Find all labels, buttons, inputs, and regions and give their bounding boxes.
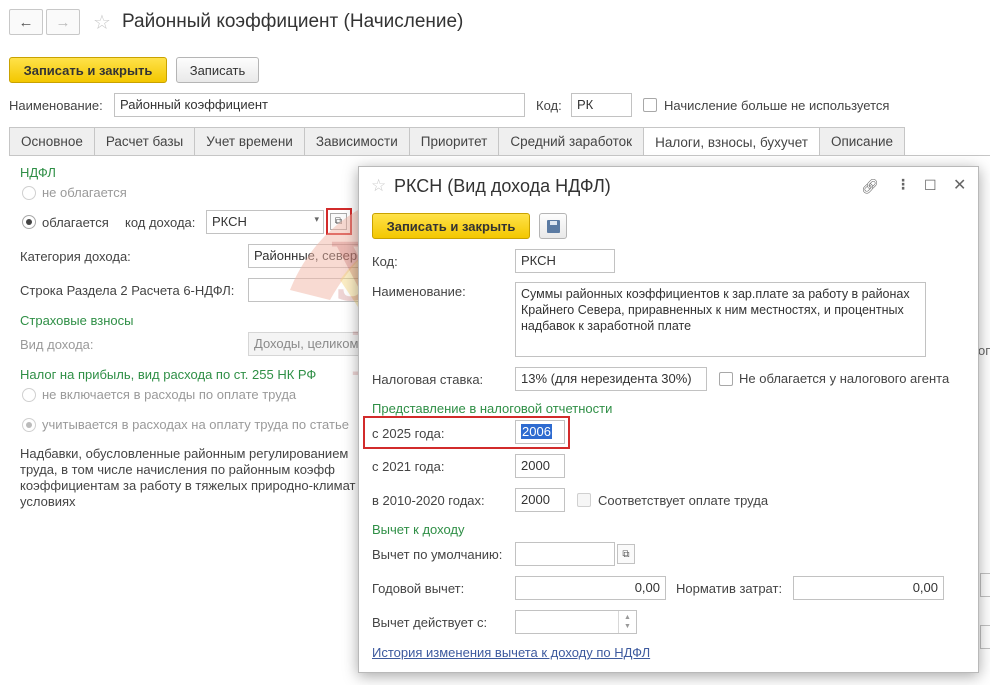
- dialog-code-field[interactable]: РКСН: [515, 249, 615, 273]
- row-6ndfl-field[interactable]: [248, 278, 360, 302]
- labor-payment-label: Соответствует оплате труда: [598, 493, 769, 508]
- tab-base-calculation[interactable]: Расчет базы: [93, 127, 196, 155]
- dialog-save-and-close-button[interactable]: Записать и закрыть: [372, 213, 530, 239]
- close-icon[interactable]: ✕: [953, 175, 966, 195]
- deduction-header: Вычет к доходу: [372, 522, 465, 537]
- not-taxed-agent-checkbox[interactable]: [719, 372, 733, 386]
- floppy-disk-icon: [546, 219, 560, 233]
- included-label: учитывается в расходах на оплату труда п…: [42, 417, 349, 432]
- star-icon[interactable]: ☆: [371, 176, 386, 196]
- tab-average-earnings[interactable]: Средний заработок: [498, 127, 645, 155]
- tax-rate-field[interactable]: 13% (для нерезидента 30%): [515, 367, 707, 391]
- dialog-name-field[interactable]: Суммы районных коэффициентов к зар.плате…: [515, 282, 926, 357]
- tab-bar: Основное Расчет базы Учет времени Зависи…: [9, 127, 906, 156]
- not-taxed-label: не облагается: [42, 185, 127, 200]
- tax-rate-label: Налоговая ставка:: [372, 372, 484, 387]
- income-category-field[interactable]: Районные, север: [248, 244, 360, 268]
- arrow-left-icon: ←: [18, 13, 34, 31]
- code-label: Код:: [536, 98, 562, 113]
- income-type-dialog: ☆ РКСН (Вид дохода НДФЛ) 🔗︎ ⋮ ☐ ✕ Записа…: [358, 166, 979, 673]
- highlight-open-button: [326, 208, 352, 235]
- tab-dependencies[interactable]: Зависимости: [303, 127, 410, 155]
- income-category-label: Категория дохода:: [20, 249, 131, 264]
- back-button[interactable]: ←: [9, 9, 43, 35]
- not-included-radio[interactable]: [22, 388, 36, 402]
- maximize-icon[interactable]: ☐: [924, 177, 937, 194]
- labor-payment-checkbox[interactable]: [577, 493, 591, 507]
- tab-description[interactable]: Описание: [818, 127, 906, 155]
- link-icon[interactable]: 🔗︎: [861, 178, 879, 195]
- default-deduction-field[interactable]: [515, 542, 615, 566]
- row-6ndfl-label: Строка Раздела 2 Расчета 6-НДФЛ:: [20, 283, 235, 298]
- code-field[interactable]: РК: [571, 93, 632, 117]
- save-and-close-button[interactable]: Записать и закрыть: [9, 57, 167, 83]
- description-text: Надбавки, обусловленные районным регулир…: [20, 446, 356, 509]
- forward-button[interactable]: →: [46, 9, 80, 35]
- from-2021-label: с 2021 года:: [372, 459, 445, 474]
- cost-norm-field[interactable]: 0,00: [793, 576, 944, 600]
- not-taxed-agent-label: Не облагается у налогового агента: [739, 371, 950, 386]
- name-field[interactable]: Районный коэффициент: [114, 93, 525, 117]
- window-title: Районный коэффициент (Начисление): [122, 11, 464, 32]
- tab-main[interactable]: Основное: [9, 127, 95, 155]
- annual-deduction-field[interactable]: 0,00: [515, 576, 666, 600]
- dialog-name-label: Наименование:: [372, 284, 466, 299]
- not-taxed-radio[interactable]: [22, 186, 36, 200]
- included-radio[interactable]: [22, 418, 36, 432]
- right-edge-field: [980, 573, 990, 597]
- annual-deduction-label: Годовой вычет:: [372, 581, 465, 596]
- open-icon[interactable]: ⧉: [617, 544, 635, 564]
- arrow-right-icon: →: [55, 13, 71, 31]
- deduction-from-field[interactable]: ▲ ▼: [515, 610, 637, 634]
- dialog-title: РКСН (Вид дохода НДФЛ): [394, 176, 611, 196]
- taxed-radio[interactable]: [22, 215, 36, 229]
- tab-panel-border: [9, 155, 990, 156]
- history-link[interactable]: История изменения вычета к доходу по НДФ…: [372, 645, 650, 660]
- save-disk-button[interactable]: [539, 213, 567, 239]
- name-label: Наименование:: [9, 98, 103, 113]
- deduction-from-label: Вычет действует с:: [372, 615, 488, 630]
- reporting-header: Представление в налоговой отчетности: [372, 401, 613, 416]
- right-edge-text: оп: [978, 343, 990, 358]
- save-button[interactable]: Записать: [176, 57, 259, 83]
- default-deduction-label: Вычет по умолчанию:: [372, 547, 503, 562]
- tab-time-tracking[interactable]: Учет времени: [194, 127, 305, 155]
- right-edge-field: [980, 625, 990, 649]
- years-2010-2020-label: в 2010-2020 годах:: [372, 493, 485, 508]
- profit-tax-header: Налог на прибыль, вид расхода по ст. 255…: [20, 367, 317, 382]
- taxed-label: облагается: [42, 215, 109, 230]
- tab-taxes[interactable]: Налоги, взносы, бухучет: [643, 127, 820, 156]
- not-used-label: Начисление больше не используется: [664, 98, 890, 113]
- dropdown-arrow-icon[interactable]: ▾: [314, 214, 319, 225]
- cost-norm-label: Норматив затрат:: [676, 581, 783, 596]
- income-code-field[interactable]: РКСН ▾: [206, 210, 324, 234]
- spinner-icon[interactable]: ▲ ▼: [618, 611, 636, 633]
- income-code-label: код дохода:: [125, 215, 196, 230]
- dialog-code-label: Код:: [372, 254, 398, 269]
- not-used-checkbox[interactable]: [643, 98, 657, 112]
- income-type-label: Вид дохода:: [20, 337, 94, 352]
- more-icon[interactable]: ⋮: [896, 176, 910, 193]
- tab-priority[interactable]: Приоритет: [408, 127, 500, 155]
- ndfl-header: НДФЛ: [20, 165, 56, 180]
- insurance-header: Страховые взносы: [20, 313, 134, 328]
- from-2021-field[interactable]: 2000: [515, 454, 565, 478]
- years-2010-2020-field[interactable]: 2000: [515, 488, 565, 512]
- star-icon[interactable]: ☆: [93, 10, 111, 35]
- income-type-field[interactable]: Доходы, целиком: [248, 332, 360, 356]
- highlight-2025-row: [363, 416, 570, 449]
- not-included-label: не включается в расходы по оплате труда: [42, 387, 297, 402]
